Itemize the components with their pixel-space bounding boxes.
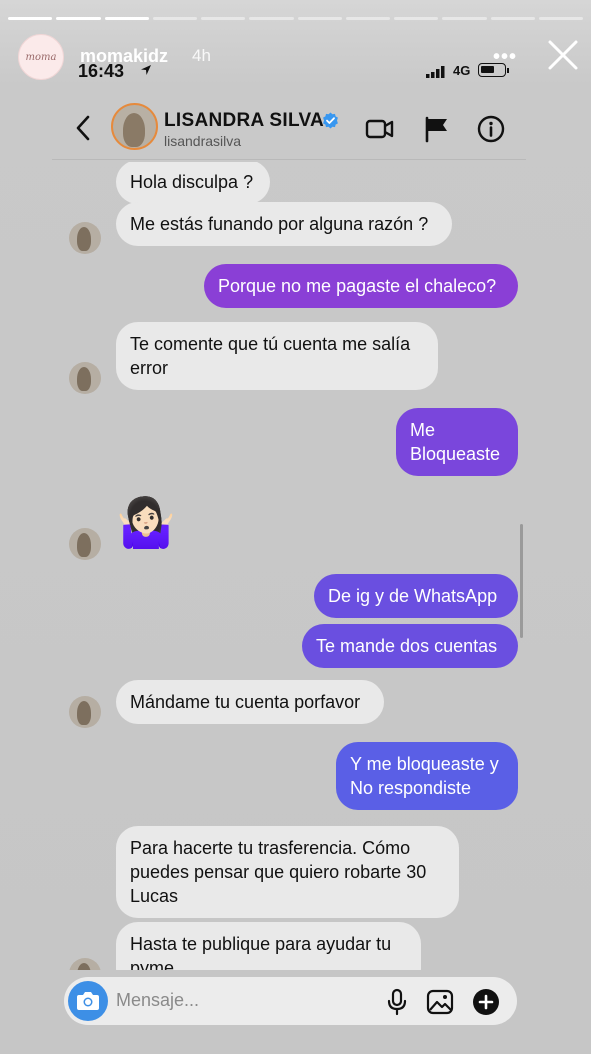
sender-avatar[interactable] <box>69 696 101 728</box>
story-progress-segment <box>152 17 197 20</box>
received-message-bubble[interactable]: Hasta te publique para ayudar tu pyme <box>116 922 421 970</box>
close-icon[interactable] <box>546 38 580 72</box>
sent-message-bubble[interactable]: Me Bloqueaste <box>396 408 518 476</box>
contact-avatar[interactable] <box>111 103 158 150</box>
camera-button[interactable] <box>68 981 108 1021</box>
story-progress-segment <box>201 17 246 20</box>
message-composer[interactable]: Mensaje... <box>64 977 517 1025</box>
camera-icon <box>77 992 99 1010</box>
dm-screenshot: 16:43 4G LISANDRA SILVA lisandrasilva Ho… <box>52 58 526 1054</box>
story-progress-segment <box>8 17 53 20</box>
story-progress-segment <box>442 17 487 20</box>
contact-name[interactable]: LISANDRA SILVA <box>164 110 324 132</box>
network-type: 4G <box>453 63 471 78</box>
story-progress-segment <box>297 17 342 20</box>
flag-icon[interactable] <box>422 115 452 143</box>
message-input[interactable]: Mensaje... <box>116 990 199 1011</box>
sender-avatar[interactable] <box>69 528 101 560</box>
add-icon[interactable] <box>472 988 500 1016</box>
location-arrow-icon <box>141 65 151 75</box>
status-bar: 16:43 4G <box>52 58 526 84</box>
back-chevron-icon[interactable] <box>72 114 96 142</box>
contact-username: lisandrasilva <box>164 133 242 149</box>
received-message-bubble[interactable]: Hola disculpa ? <box>116 162 270 204</box>
battery-icon <box>478 63 509 77</box>
received-message-bubble[interactable]: Te comente que tú cuenta me salía error <box>116 322 438 390</box>
story-progress-segment <box>345 17 390 20</box>
story-progress-segment <box>104 17 149 20</box>
status-time: 16:43 <box>78 61 125 81</box>
verified-badge-icon <box>323 112 338 129</box>
sender-avatar[interactable] <box>69 362 101 394</box>
sent-message-bubble[interactable]: Y me bloqueaste y No respondiste <box>336 742 518 810</box>
chat-header: LISANDRA SILVA lisandrasilva <box>52 98 526 160</box>
received-message-bubble[interactable]: Me estás funando por alguna razón ? <box>116 202 452 246</box>
received-message-bubble[interactable]: Para hacerte tu trasferencia. Cómo puede… <box>116 826 459 918</box>
gallery-icon[interactable] <box>426 988 454 1016</box>
sent-message-bubble[interactable]: Porque no me pagaste el chaleco? <box>204 264 518 308</box>
info-icon[interactable] <box>476 115 506 143</box>
sent-message-bubble[interactable]: De ig y de WhatsApp <box>314 574 518 618</box>
scrollbar[interactable] <box>520 524 523 638</box>
instagram-story-screen: moma momakidz 4h ••• 16:43 4G LISANDRA S… <box>0 0 591 1054</box>
story-progress-segment <box>394 17 439 20</box>
story-progress-bar <box>8 17 583 20</box>
video-call-icon[interactable] <box>365 115 395 143</box>
sender-avatar[interactable] <box>69 958 101 970</box>
sender-avatar[interactable] <box>69 222 101 254</box>
emoji-message[interactable]: 🤷🏻‍♀️ <box>116 494 176 551</box>
microphone-icon[interactable] <box>383 988 411 1016</box>
story-progress-segment <box>538 17 583 20</box>
story-progress-segment <box>56 17 101 20</box>
received-message-bubble[interactable]: Mándame tu cuenta porfavor <box>116 680 384 724</box>
story-progress-segment <box>490 17 535 20</box>
message-thread[interactable]: Hola disculpa ? Me estás funando por algu… <box>52 162 526 970</box>
sent-message-bubble[interactable]: Te mande dos cuentas <box>302 624 518 668</box>
story-progress-segment <box>249 17 294 20</box>
signal-bars-icon <box>426 66 445 78</box>
